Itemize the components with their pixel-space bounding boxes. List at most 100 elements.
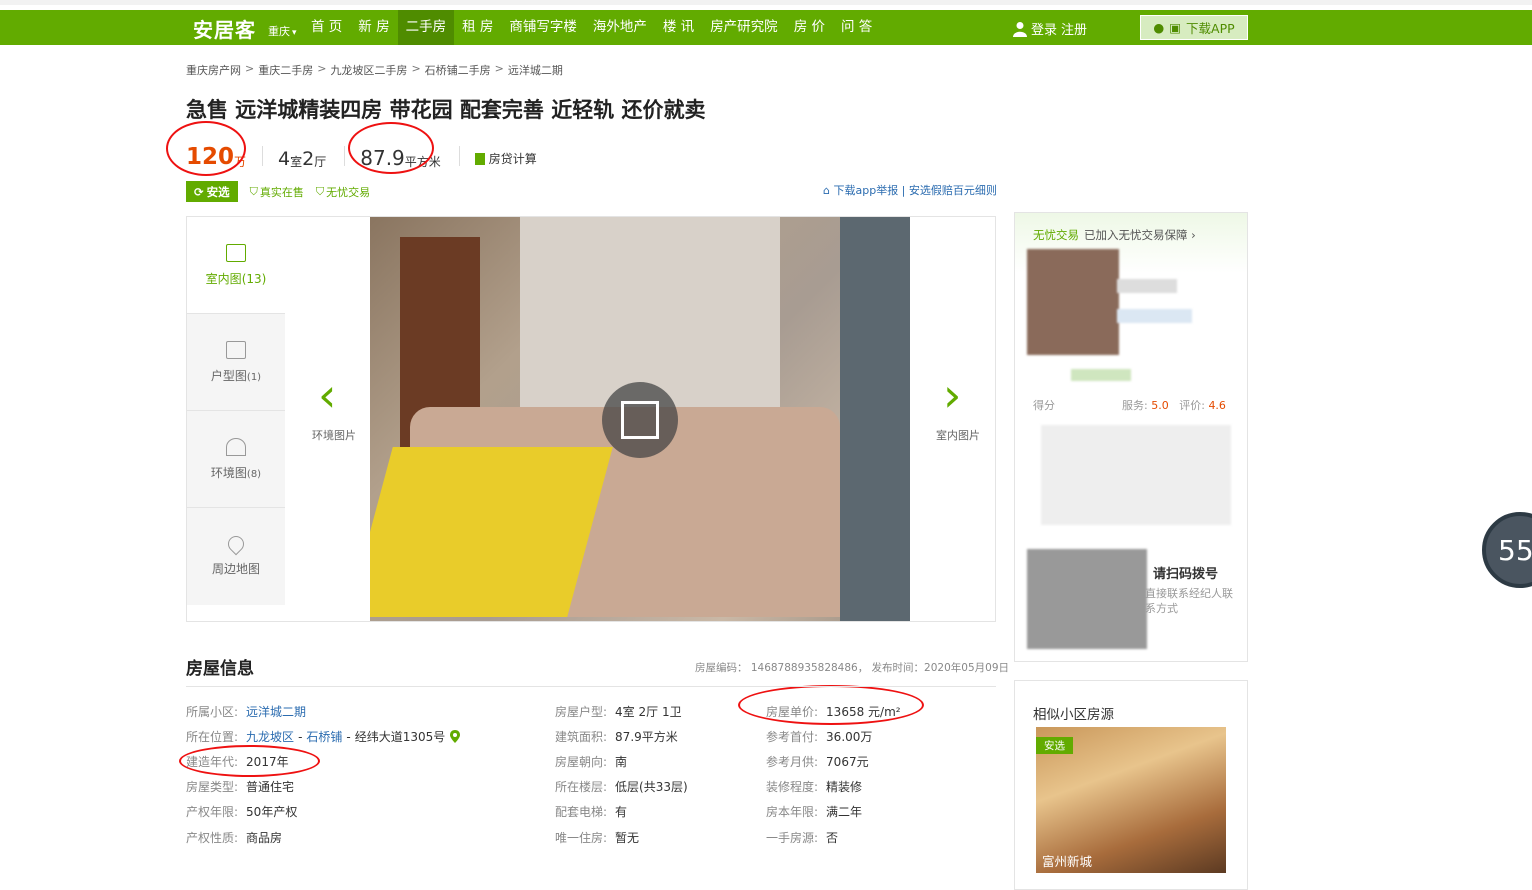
floorplan-icon (226, 340, 246, 359)
field-tenure: 产权年限: 50年产权 (186, 805, 298, 819)
breadcrumb-item[interactable]: 石桥铺二手房 (425, 62, 491, 78)
next-arrow-icon[interactable]: › (943, 372, 961, 418)
mortgage-calc-link[interactable]: 房贷计算 (474, 150, 537, 167)
scan-subtitle: 直接联系经纪人联系方式 (1145, 587, 1233, 615)
floating-widget[interactable]: 55 (1482, 512, 1532, 588)
field-monthly-payment: 参考月供: 7067元 (766, 755, 869, 769)
breadcrumb-separator: > (411, 62, 421, 75)
guarantee-label: 无忧交易 (1033, 228, 1079, 242)
breadcrumb-item[interactable]: 远洋城二期 (508, 62, 563, 78)
agent-avatar[interactable] (1027, 249, 1119, 355)
breadcrumb: 重庆房产网 > 重庆二手房 > 九龙坡区二手房 > 石桥铺二手房 > 远洋城二期 (186, 62, 563, 78)
breadcrumb-item[interactable]: 重庆房产网 (186, 62, 241, 78)
total-price: 120 (186, 144, 235, 170)
login-area: 登录 注册 (1013, 19, 1087, 38)
similar-listing-card[interactable]: 安选 富州新城 (1036, 727, 1226, 873)
breadcrumb-separator: > (494, 62, 504, 75)
field-layout: 房屋户型: 4室 2厅 1卫 (555, 705, 682, 719)
field-house-type: 房屋类型: 普通住宅 (186, 780, 295, 794)
service-score: 5.0 (1151, 399, 1169, 412)
nav-item-research[interactable]: 房产研究院 (702, 10, 786, 45)
tab-interior-label: 室内图(13) (205, 271, 267, 286)
house-info-meta: 房屋编码： 1468788935828486， 发布时间：2020年05月09日 (695, 662, 1010, 674)
tab-nearby-map[interactable]: 周边地图 (187, 508, 285, 605)
hall-count: 2 (302, 148, 315, 170)
field-property-nature: 产权性质: 商品房 (186, 831, 283, 845)
house-info-title: 房屋信息 (186, 659, 254, 679)
report-link[interactable]: ⌂ 下载app举报 | 安选假赔百元细则 (823, 182, 997, 198)
breadcrumb-separator: > (245, 62, 255, 75)
safe-deal-tag[interactable]: ⛉ 无忧交易 (316, 184, 370, 200)
user-icon (1013, 21, 1027, 37)
nav-item-news[interactable]: 楼 讯 (655, 10, 702, 45)
price-unit: 万 (234, 155, 247, 169)
nav-item-new[interactable]: 新 房 (350, 10, 397, 45)
field-unit-price: 房屋单价: 13658 元/m² (766, 705, 901, 719)
review-score: 4.6 (1208, 399, 1226, 412)
room-unit: 室 (290, 155, 303, 169)
divider (186, 686, 996, 687)
tab-floorplan[interactable]: 户型图(1) (187, 314, 285, 411)
report-icon: ⌂ (823, 184, 834, 197)
field-first-hand: 一手房源: 否 (766, 831, 839, 845)
field-down-payment: 参考首付: 36.00万 (766, 730, 873, 744)
review-label: 评价: (1179, 399, 1205, 412)
price-row: 120 万 4 室 2 厅 87.9 平方米 房贷计算 (186, 138, 537, 170)
agent-rating: 得分 服务: 5.0 评价: 4.6 (1033, 397, 1226, 413)
nav-item-commercial[interactable]: 商铺写字楼 (501, 10, 585, 45)
nav-item-rent[interactable]: 租 房 (454, 10, 501, 45)
guarantee-line[interactable]: 无忧交易 已加入无忧交易保障 › (1033, 227, 1196, 243)
nav-item-overseas[interactable]: 海外地产 (585, 10, 655, 45)
site-logo[interactable]: 安居客 (193, 14, 256, 43)
report-label: 下载app举报 | 安选假赔百元细则 (833, 184, 997, 197)
field-build-area: 建筑面积: 87.9平方米 (555, 730, 678, 744)
nav-item-home[interactable]: 首 页 (303, 10, 350, 45)
similar-title: 相似小区房源 (1033, 707, 1114, 723)
breadcrumb-item[interactable]: 重庆二手房 (258, 62, 313, 78)
tab-interior[interactable]: 室内图(13) (187, 217, 285, 314)
gallery-tabs: 室内图(13) 户型图(1) 环境图(8) 周边地图 (187, 217, 285, 621)
tab-nearby-map-label: 周边地图 (211, 562, 260, 576)
agent-bar-blur (1071, 369, 1131, 381)
tab-environment-label: 环境图(8) (210, 465, 262, 480)
download-app-button[interactable]: ● ▣ 下载APP (1140, 15, 1248, 40)
field-community: 所属小区: 远洋城二期 (186, 703, 307, 720)
listing-photo[interactable] (370, 217, 910, 621)
area-link[interactable]: 石桥铺 (306, 728, 342, 745)
vr-view-button[interactable] (602, 382, 678, 458)
city-selector[interactable]: 重庆 (268, 23, 297, 39)
prev-arrow-icon[interactable]: ‹ (318, 372, 336, 418)
real-sale-tag[interactable]: ⛉ 真实在售 (250, 184, 304, 200)
district-link[interactable]: 九龙坡区 (246, 728, 294, 745)
mortgage-calc-label: 房贷计算 (488, 152, 537, 166)
area-unit: 平方米 (404, 155, 441, 169)
divider (344, 146, 346, 166)
tag-row: ⟳ 安选 ⛉ 真实在售 ⛉ 无忧交易 (186, 181, 370, 202)
prev-label: 环境图片 (312, 429, 356, 442)
map-pin-icon (224, 532, 248, 556)
agent-name-blur (1117, 279, 1177, 293)
rating-prefix: 得分 (1033, 399, 1055, 412)
anxuan-badge[interactable]: ⟳ 安选 (186, 181, 238, 202)
tab-environment[interactable]: 环境图(8) (187, 411, 285, 508)
shield-icon: ⛉ (315, 184, 325, 198)
community-link[interactable]: 远洋城二期 (246, 703, 306, 720)
picture-icon (226, 243, 246, 262)
nav-item-secondhand[interactable]: 二手房 (397, 10, 455, 45)
shield-icon: ⛉ (249, 184, 258, 198)
divider (458, 146, 460, 166)
register-link[interactable]: 注册 (1061, 19, 1087, 38)
service-label: 服务: (1122, 399, 1148, 412)
qr-code[interactable] (1027, 549, 1147, 649)
map-pin-icon[interactable] (450, 730, 461, 743)
calculator-icon (474, 152, 485, 165)
similar-listing-name: 富州新城 (1042, 854, 1093, 869)
nav-item-qa[interactable]: 问 答 (833, 10, 880, 45)
login-link[interactable]: 登录 (1031, 19, 1057, 38)
nav-item-prices[interactable]: 房 价 (786, 10, 833, 45)
breadcrumb-item[interactable]: 九龙坡区二手房 (330, 62, 407, 78)
real-sale-label: 真实在售 (259, 185, 304, 199)
photo-gallery: 室内图(13) 户型图(1) 环境图(8) 周边地图 ‹ 环境图片 › 室内图片 (186, 216, 996, 622)
area-value: 87.9 (360, 146, 405, 170)
photo-window (840, 217, 910, 621)
